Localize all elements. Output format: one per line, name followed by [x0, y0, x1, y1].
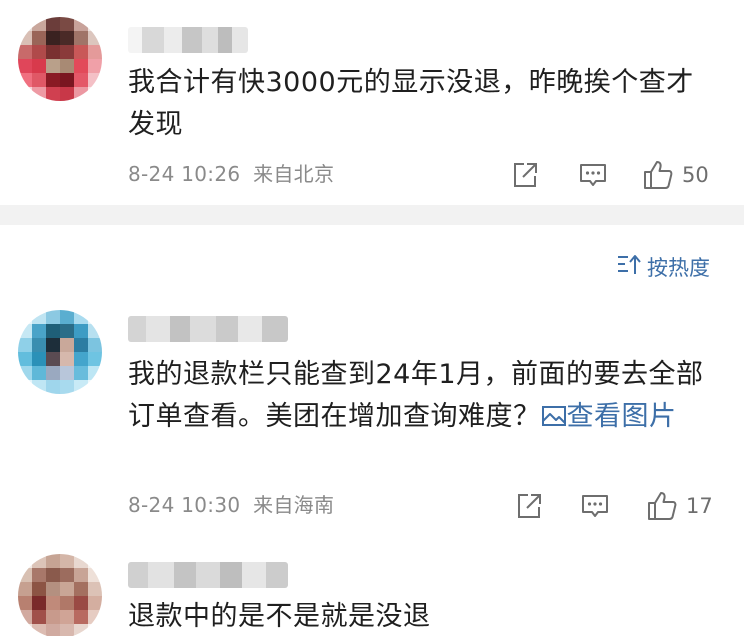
comment-time: 8-24 10:30: [128, 493, 241, 517]
like-count: 50: [682, 163, 709, 187]
comment-location: 来自海南: [253, 493, 335, 517]
comment-meta: 8-24 10:30 来自海南: [128, 491, 334, 519]
thumbs-up-icon: [646, 490, 678, 522]
sort-by-hot-button[interactable]: 按热度: [617, 252, 710, 282]
avatar[interactable]: [18, 17, 102, 101]
comment-actions: 17: [510, 489, 720, 523]
share-icon: [514, 491, 544, 521]
comment-time: 8-24 10:26: [128, 162, 241, 186]
sort-icon: [617, 254, 647, 281]
comment-meta: 8-24 10:26 来自北京: [128, 160, 334, 188]
like-button[interactable]: 17: [646, 489, 713, 523]
comment-button[interactable]: [578, 158, 608, 192]
view-image-link[interactable]: 查看图片: [541, 401, 677, 432]
comment-item: 我的退款栏只能查到24年1月，前面的要去全部订单查看。美团在增加查询难度？ 查看图…: [0, 300, 744, 540]
comment-text: 我合计有快3000元的显示没退，昨晚挨个查才发现: [128, 67, 694, 140]
comment-location: 来自北京: [253, 162, 335, 186]
share-button[interactable]: [510, 158, 540, 192]
section-divider: [0, 205, 744, 225]
comment-icon: [580, 491, 610, 521]
view-image-label: 查看图片: [566, 401, 677, 432]
username-blurred[interactable]: [128, 316, 288, 342]
comment-text: 我的退款栏只能查到24年1月，前面的要去全部订单查看。美团在增加查询难度？ 查看图…: [128, 354, 710, 438]
comment-icon: [578, 160, 608, 190]
comment-list: 我合计有快3000元的显示没退，昨晚挨个查才发现 8-24 10:26 来自北京…: [0, 0, 744, 636]
like-count: 17: [686, 494, 713, 518]
image-icon: [541, 401, 567, 432]
avatar[interactable]: [18, 310, 102, 394]
comment-actions: 50: [510, 158, 720, 192]
thumbs-up-icon: [642, 159, 674, 191]
share-icon: [510, 160, 540, 190]
avatar[interactable]: [18, 554, 102, 636]
comment-item: 退款中的是不是就是没退: [0, 548, 744, 636]
share-button[interactable]: [514, 489, 544, 523]
sort-label: 按热度: [647, 256, 710, 280]
comment-button[interactable]: [580, 489, 610, 523]
like-button[interactable]: 50: [642, 158, 709, 192]
username-blurred[interactable]: [128, 27, 248, 53]
username-blurred[interactable]: [128, 562, 288, 588]
comment-text: 退款中的是不是就是没退: [128, 601, 431, 632]
comment-item: 我合计有快3000元的显示没退，昨晚挨个查才发现 8-24 10:26 来自北京…: [0, 0, 744, 205]
